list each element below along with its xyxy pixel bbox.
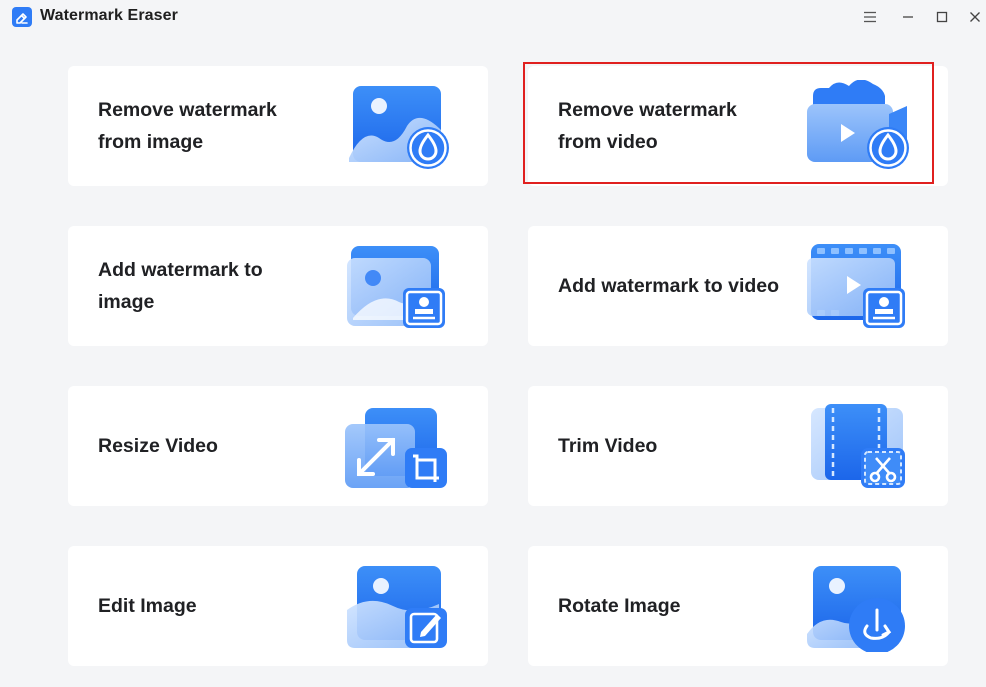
title-bar: Watermark Eraser — [0, 0, 986, 34]
card-label: Remove watermark from image — [98, 99, 277, 153]
add-watermark-image-card[interactable]: Add watermark to image — [68, 226, 488, 346]
image-pencil-icon — [343, 560, 453, 652]
video-droplet-icon — [803, 79, 913, 172]
app-logo-icon — [12, 7, 32, 27]
card-label: Add watermark to image — [98, 259, 263, 313]
close-icon[interactable] — [961, 4, 986, 30]
maximize-icon[interactable] — [928, 4, 956, 30]
card-label: Trim Video — [558, 435, 658, 457]
minimize-icon[interactable] — [894, 4, 922, 30]
trim-video-card[interactable]: Trim Video — [528, 386, 948, 506]
card-label: Add watermark to video — [558, 275, 780, 297]
remove-watermark-image-card[interactable]: Remove watermark from image — [68, 66, 488, 186]
resize-crop-icon — [343, 400, 453, 492]
menu-icon[interactable] — [856, 4, 884, 30]
edit-image-card[interactable]: Edit Image — [68, 546, 488, 666]
image-droplet-icon — [343, 80, 453, 172]
card-label: Resize Video — [98, 435, 218, 457]
card-label: Edit Image — [98, 595, 197, 617]
remove-watermark-video-card[interactable]: Remove watermark from video — [528, 66, 948, 186]
resize-video-card[interactable]: Resize Video — [68, 386, 488, 506]
rotate-image-card[interactable]: Rotate Image — [528, 546, 948, 666]
app-title: Watermark Eraser — [40, 7, 178, 24]
add-watermark-video-card[interactable]: Add watermark to video — [528, 226, 948, 346]
image-rotate-icon — [803, 560, 913, 654]
film-scissors-icon — [803, 400, 913, 492]
image-stamp-icon — [343, 240, 453, 332]
video-stamp-icon — [803, 240, 913, 332]
card-label: Remove watermark from video — [558, 99, 737, 153]
card-label: Rotate Image — [558, 595, 681, 617]
